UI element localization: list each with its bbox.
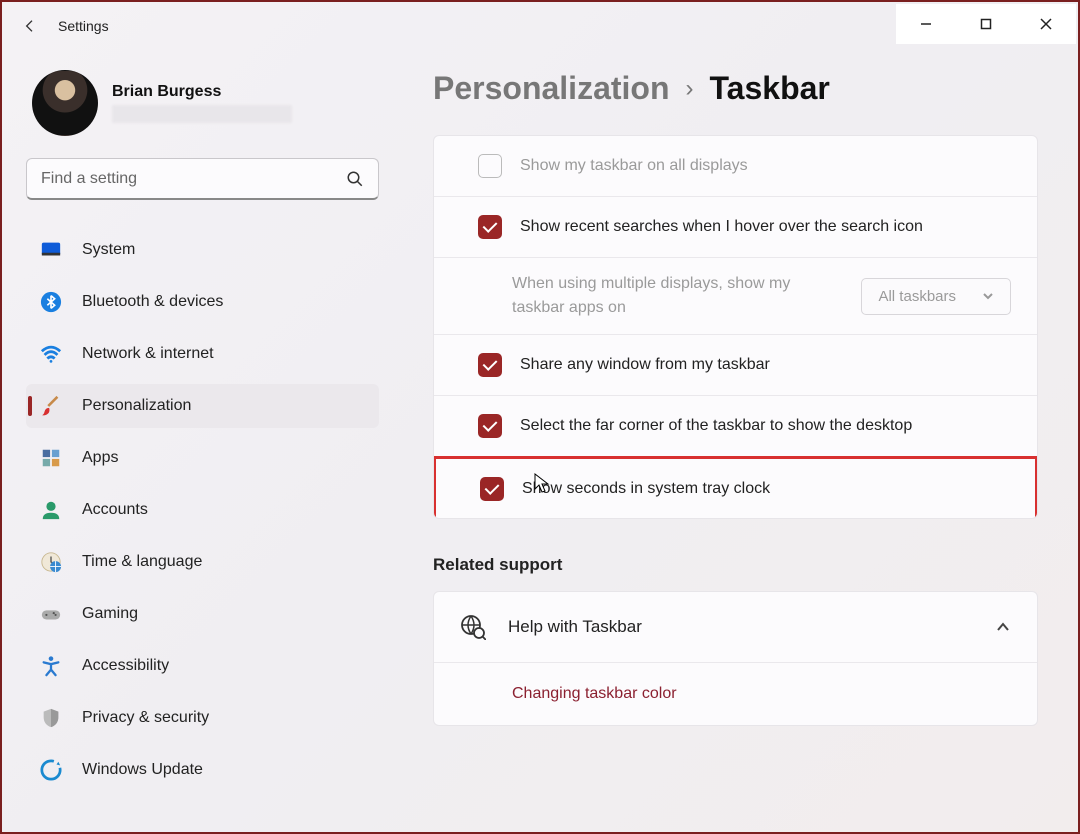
profile-name: Brian Burgess bbox=[112, 83, 292, 101]
setting-share-window[interactable]: Share any window from my taskbar bbox=[434, 335, 1037, 396]
minimize-button[interactable] bbox=[896, 4, 956, 44]
sidebar-item-gaming[interactable]: Gaming bbox=[26, 592, 379, 636]
help-card: Help with Taskbar Changing taskbar color bbox=[433, 591, 1038, 726]
wifi-icon bbox=[40, 343, 62, 365]
checkbox-recent-searches[interactable] bbox=[478, 215, 502, 239]
gamepad-icon bbox=[40, 603, 62, 625]
update-icon bbox=[40, 759, 62, 781]
sidebar-item-label: Accessibility bbox=[82, 657, 169, 675]
paintbrush-icon bbox=[40, 395, 62, 417]
app-title: Settings bbox=[58, 18, 109, 34]
apps-icon bbox=[40, 447, 62, 469]
globe-search-icon bbox=[460, 614, 486, 640]
setting-multi-display: When using multiple displays, show my ta… bbox=[434, 258, 1037, 335]
profile-email-redacted bbox=[112, 105, 292, 123]
dropdown-multi-display: All taskbars bbox=[861, 278, 1011, 315]
sidebar-item-personalization[interactable]: Personalization bbox=[26, 384, 379, 428]
help-link-changing-color[interactable]: Changing taskbar color bbox=[434, 663, 1037, 725]
sidebar-item-label: Time & language bbox=[82, 553, 202, 571]
shield-icon bbox=[40, 707, 62, 729]
sidebar-item-label: Gaming bbox=[82, 605, 138, 623]
sidebar-item-windows-update[interactable]: Windows Update bbox=[26, 748, 379, 792]
sidebar-item-label: System bbox=[82, 241, 135, 259]
sidebar-item-label: Accounts bbox=[82, 501, 148, 519]
search-icon bbox=[346, 170, 364, 188]
sidebar-item-system[interactable]: System bbox=[26, 228, 379, 272]
checkbox-share-window[interactable] bbox=[478, 353, 502, 377]
sidebar-item-time-language[interactable]: Time & language bbox=[26, 540, 379, 584]
setting-show-all-displays: Show my taskbar on all displays bbox=[434, 136, 1037, 197]
help-with-taskbar-header[interactable]: Help with Taskbar bbox=[434, 592, 1037, 663]
sidebar-item-network[interactable]: Network & internet bbox=[26, 332, 379, 376]
checkbox-far-corner[interactable] bbox=[478, 414, 502, 438]
avatar bbox=[32, 70, 98, 136]
sidebar-item-accounts[interactable]: Accounts bbox=[26, 488, 379, 532]
setting-far-corner[interactable]: Select the far corner of the taskbar to … bbox=[434, 396, 1037, 457]
chevron-right-icon: › bbox=[686, 75, 694, 103]
breadcrumb-current: Taskbar bbox=[710, 70, 830, 107]
chevron-down-icon bbox=[982, 290, 994, 302]
sidebar-item-label: Network & internet bbox=[82, 345, 214, 363]
back-button[interactable] bbox=[10, 6, 50, 46]
taskbar-settings-card: Show my taskbar on all displays Show rec… bbox=[433, 135, 1038, 519]
sidebar-item-label: Apps bbox=[82, 449, 118, 467]
checkbox-show-seconds[interactable] bbox=[480, 477, 504, 501]
setting-show-seconds[interactable]: Show seconds in system tray clock bbox=[433, 456, 1038, 519]
chevron-up-icon bbox=[995, 619, 1011, 635]
sidebar-item-label: Bluetooth & devices bbox=[82, 293, 223, 311]
search-input-wrapper[interactable] bbox=[26, 158, 379, 200]
setting-recent-searches[interactable]: Show recent searches when I hover over t… bbox=[434, 197, 1037, 258]
search-input[interactable] bbox=[41, 170, 346, 188]
maximize-button[interactable] bbox=[956, 4, 1016, 44]
accessibility-icon bbox=[40, 655, 62, 677]
sidebar-item-bluetooth[interactable]: Bluetooth & devices bbox=[26, 280, 379, 324]
sidebar-item-accessibility[interactable]: Accessibility bbox=[26, 644, 379, 688]
breadcrumb-parent[interactable]: Personalization bbox=[433, 70, 670, 107]
bluetooth-icon bbox=[40, 291, 62, 313]
sidebar-item-label: Personalization bbox=[82, 397, 191, 415]
close-button[interactable] bbox=[1016, 4, 1076, 44]
breadcrumb: Personalization › Taskbar bbox=[433, 70, 1038, 107]
sidebar-item-privacy[interactable]: Privacy & security bbox=[26, 696, 379, 740]
sidebar-item-label: Privacy & security bbox=[82, 709, 209, 727]
sidebar-item-apps[interactable]: Apps bbox=[26, 436, 379, 480]
system-icon bbox=[40, 239, 62, 261]
checkbox-show-all-displays bbox=[478, 154, 502, 178]
related-support-title: Related support bbox=[433, 555, 1038, 575]
sidebar-item-label: Windows Update bbox=[82, 761, 203, 779]
person-icon bbox=[40, 499, 62, 521]
user-profile[interactable]: Brian Burgess bbox=[26, 58, 379, 158]
clock-globe-icon bbox=[40, 551, 62, 573]
